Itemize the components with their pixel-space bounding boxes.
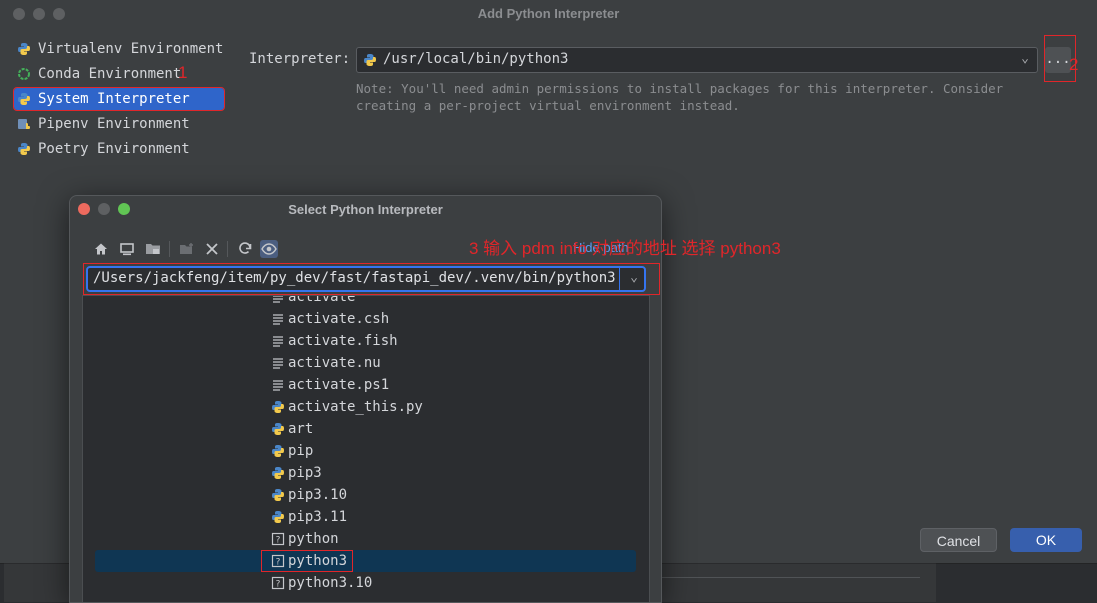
combo-divider — [619, 268, 620, 290]
cancel-button[interactable]: Cancel — [920, 528, 997, 552]
file-row[interactable]: pip3.10 — [83, 484, 649, 506]
python-icon — [18, 93, 30, 105]
python-icon — [272, 445, 284, 457]
file-row[interactable]: ? python — [83, 528, 649, 550]
env-label: Virtualenv Environment — [38, 41, 224, 57]
env-item-conda[interactable]: Conda Environment — [14, 63, 224, 85]
home-icon[interactable] — [92, 240, 110, 258]
file-row[interactable]: pip3 — [83, 462, 649, 484]
text-file-icon — [273, 314, 283, 325]
selection-highlight — [95, 550, 636, 572]
text-file-icon — [273, 358, 283, 369]
pipenv-icon — [18, 119, 30, 129]
text-file-icon — [273, 336, 283, 347]
file-tree: activate activate.csh activate.fish activat… — [82, 295, 650, 602]
python-icon — [272, 423, 284, 435]
conda-icon — [18, 68, 30, 80]
annotation-two: 2 — [1069, 55, 1079, 74]
file-row[interactable]: ? python3.10 — [83, 572, 649, 594]
file-name: python3.10 — [288, 575, 373, 591]
file-name: art — [288, 421, 314, 437]
env-label: Poetry Environment — [38, 141, 190, 157]
file-name: activate.ps1 — [288, 377, 390, 393]
delete-icon[interactable] — [203, 240, 221, 258]
python-icon — [364, 54, 376, 66]
file-row[interactable]: activate_this.py — [83, 396, 649, 418]
python-icon — [272, 489, 284, 501]
chevron-down-icon: ⌄ — [1021, 51, 1029, 66]
file-row[interactable]: ? python3 — [83, 550, 649, 572]
admin-permission-note: Note: You'll need admin permissions to i… — [356, 81, 1004, 113]
interpreter-value: /usr/local/bin/python3 — [383, 51, 569, 67]
refresh-icon[interactable] — [236, 240, 254, 258]
path-input[interactable]: /Users/jackfeng/item/py_dev/fast/fastapi… — [86, 266, 646, 292]
python-icon — [272, 511, 284, 523]
python-icon — [272, 467, 284, 479]
file-name: pip3.11 — [288, 509, 348, 525]
file-name: pip3.10 — [288, 487, 348, 503]
text-file-icon — [273, 380, 283, 391]
python-icon — [18, 43, 30, 55]
env-item-system[interactable]: System Interpreter — [13, 87, 225, 111]
python-icon — [272, 401, 284, 413]
svg-text:?: ? — [276, 536, 281, 546]
toolbar-separator — [227, 241, 228, 257]
dialog-title: Select Python Interpreter — [288, 202, 443, 217]
toolbar-separator — [169, 241, 170, 257]
file-row[interactable]: activate — [83, 295, 649, 308]
file-name: activate.csh — [288, 311, 390, 327]
file-row[interactable]: activate.nu — [83, 352, 649, 374]
window-title: Add Python Interpreter — [477, 6, 620, 21]
project-folder-icon[interactable] — [144, 240, 162, 258]
new-folder-icon[interactable] — [178, 240, 196, 258]
file-name: activate — [288, 295, 356, 305]
file-row[interactable]: art — [83, 418, 649, 440]
file-name: pip3 — [288, 465, 322, 481]
text-file-icon — [273, 296, 283, 303]
environment-list: Virtualenv Environment Conda Environment… — [13, 38, 225, 163]
annotation-box-selection — [261, 550, 353, 572]
desktop-icon[interactable] — [118, 240, 136, 258]
file-name: activate_this.py — [288, 399, 423, 415]
file-row[interactable]: pip — [83, 440, 649, 462]
file-name: python — [288, 531, 339, 547]
file-name: activate.fish — [288, 333, 398, 349]
env-item-virtualenv[interactable]: Virtualenv Environment — [14, 38, 224, 60]
ok-button[interactable]: OK — [1010, 528, 1082, 552]
unknown-file-icon: ? — [271, 576, 285, 590]
env-label: Conda Environment — [38, 66, 182, 82]
file-row[interactable]: activate.fish — [83, 330, 649, 352]
file-row[interactable]: pip3.11 — [83, 506, 649, 528]
show-hidden-files-icon[interactable] — [260, 240, 278, 258]
unknown-file-icon: ? — [271, 532, 285, 546]
interpreter-label: Interpreter: — [249, 51, 351, 67]
file-row[interactable]: activate.csh — [83, 308, 649, 330]
annotation-three: 3 输入 pdm info 对应的地址 选择 python3 — [469, 239, 781, 258]
env-item-poetry[interactable]: Poetry Environment — [14, 138, 224, 160]
annotation-one: 1 — [178, 63, 188, 82]
env-item-pipenv[interactable]: Pipenv Environment — [14, 113, 224, 135]
file-name: pip — [288, 443, 314, 459]
file-name: activate.nu — [288, 355, 381, 371]
env-label: Pipenv Environment — [38, 116, 190, 132]
background-divider — [660, 563, 920, 578]
interpreter-combobox[interactable]: /usr/local/bin/python3 ⌄ — [356, 47, 1038, 73]
python-icon — [18, 143, 30, 155]
env-label: System Interpreter — [38, 91, 190, 107]
chevron-down-icon[interactable]: ⌄ — [630, 270, 638, 285]
path-value: /Users/jackfeng/item/py_dev/fast/fastapi… — [93, 270, 616, 286]
svg-text:?: ? — [276, 580, 281, 590]
file-row[interactable]: activate.ps1 — [83, 374, 649, 396]
